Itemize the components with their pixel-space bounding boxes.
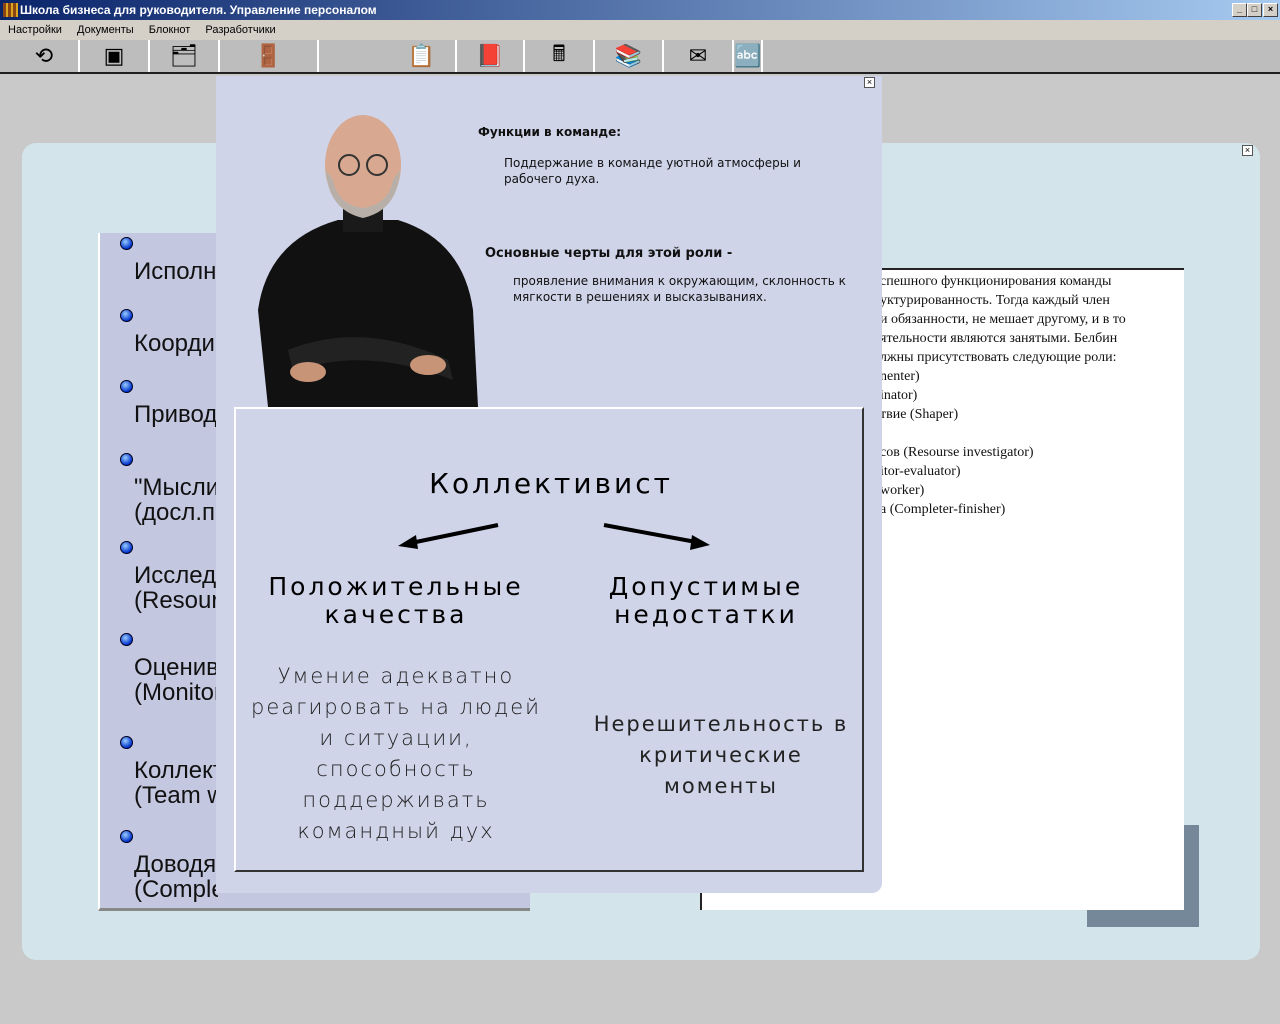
description-line: worker) [880,483,925,498]
description-line: itor-evaluator) [880,464,961,479]
description-text: спешного функционирования команды уктурир… [880,272,1164,519]
role-item[interactable]: Исследователь [134,563,218,588]
role-item[interactable]: Координатор [134,331,218,356]
title-bar: Школа бизнеса для руководителя. Управлен… [0,0,1280,20]
window-title: Школа бизнеса для руководителя. Управлен… [20,3,377,17]
abc-button[interactable]: 🔤 [734,40,764,72]
menu-documents[interactable]: Документы [77,24,134,36]
positive-text: Умение адекватно реагировать на людей и … [251,664,541,843]
negative-title: Допустимые недостатки [608,572,804,629]
functions-text: Поддержание в команде уютной атмосферы и… [504,156,801,186]
menu-bar: Настройки Документы Блокнот Разработчики [0,20,1280,40]
panel-close-icon[interactable]: × [1242,145,1253,156]
toolbar-spacer [220,40,319,72]
notebook-icon: 📕 [476,43,504,68]
role-item[interactable]: "Мыслитель" [134,475,218,500]
mail-button[interactable]: ✉ [664,40,734,72]
app-icon [3,3,18,17]
abc-icon: 🔤 [734,43,762,68]
role-card: Коллективист Положительные качества Допу… [234,407,864,872]
arrow-right-icon [603,523,697,544]
close-button[interactable]: × [1263,3,1278,17]
menu-developers[interactable]: Разработчики [205,24,275,36]
books-button[interactable]: 📚 [595,40,664,72]
description-line: а (Completer-finisher) [880,502,1006,517]
description-line: спешного функционирования команды [880,274,1112,289]
role-item[interactable]: Приводящий в движение [134,402,218,427]
bullet-icon [120,309,133,322]
role-item[interactable]: (досл.пересадка) [134,500,218,525]
description-line: сов (Resourse investigator) [880,445,1034,460]
folders-icon: 🗂 [170,43,198,68]
arrow-left-icon [410,523,499,545]
clipboard-button[interactable]: 📋 [388,40,457,72]
bullet-icon [120,237,133,250]
description-line: nenter) [880,369,920,384]
bullet-icon [120,380,133,393]
bullet-icon [120,633,133,646]
clipboard-icon: 📋 [407,43,436,68]
description-line: твие (Shaper) [880,407,959,422]
role-item[interactable]: (Team worker) [134,783,218,808]
notebook-button[interactable]: 📕 [457,40,525,72]
menu-settings[interactable]: Настройки [8,24,62,36]
bullet-icon [120,830,133,843]
description-line: inator) [880,388,918,403]
bullet-icon [120,736,133,749]
role-item[interactable]: (Resourse investigator) [134,588,218,613]
calculator-button[interactable]: 🖩 [525,40,595,72]
traits-text: проявление внимания к окружающим, склонн… [513,274,846,304]
description-line: лжны присутствовать следующие роли: [880,350,1117,365]
description-line: ятельности являются занятыми. Белбин [880,331,1118,346]
traits-title: Основные черты для этой роли - [485,246,733,261]
toolbar: ⟲ ▣ 🗂 🚪 📋 📕 🖩 📚 ✉ 🔤 [0,40,1280,74]
mail-icon: ✉ [688,43,708,68]
role-item[interactable]: Оценивающий [134,655,218,680]
popup-close-icon[interactable]: × [864,77,875,88]
description-line: и обязанности, не мешает другому, и в то [880,312,1126,327]
cubes-icon: ▣ [103,43,125,68]
role-item[interactable]: (Completer-finisher) [134,877,218,902]
logo-button[interactable]: ⟲ [10,40,80,72]
description-line: уктурированность. Тогда каждый член [880,293,1110,308]
role-item[interactable]: (Monitor-evaluator) [134,680,218,705]
cubes-button[interactable]: ▣ [80,40,150,72]
bullet-icon [120,541,133,554]
bullet-icon [120,453,133,466]
arrows [398,523,710,550]
calculator-icon: 🖩 [552,41,566,66]
functions-title: Функции в команде: [478,125,622,139]
folders-button[interactable]: 🗂 [150,40,220,72]
menu-notebook[interactable]: Блокнот [149,24,191,36]
role-item[interactable]: Доводящий [134,852,218,877]
negative-text: Нерешительность в критические моменты [593,712,849,798]
positive-title: Положительные качества [268,572,524,629]
logo-icon: ⟲ [34,43,54,68]
description-line [880,424,1164,443]
role-item[interactable]: Коллективист [134,758,218,783]
person-photo [258,115,478,407]
role-item[interactable]: Исполнитель [134,259,218,284]
maximize-button[interactable]: □ [1247,3,1262,17]
books-icon: 📚 [614,43,643,68]
minimize-button[interactable]: _ [1232,3,1247,17]
